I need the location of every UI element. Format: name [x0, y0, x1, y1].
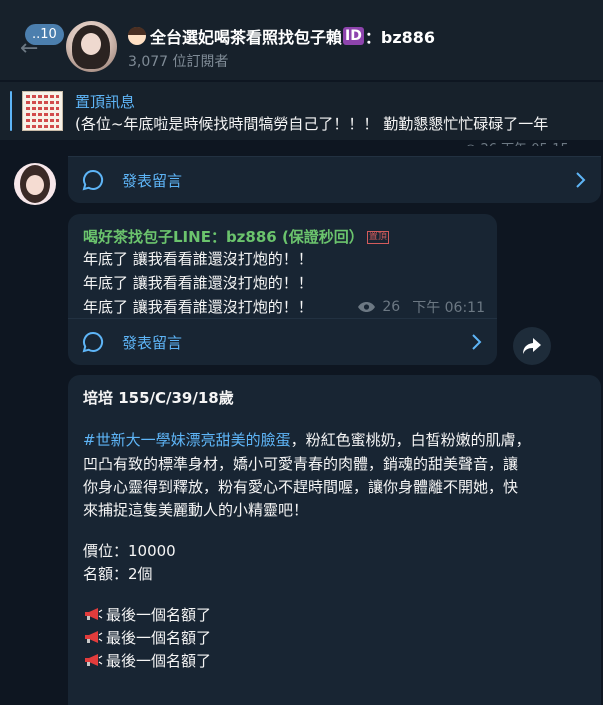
- quota-line: 名額：2個: [83, 565, 153, 583]
- channel-title-suffix: ：bz886: [364, 28, 436, 47]
- message-line: 年底了 讓我看看誰還沒打炮的！！: [83, 298, 313, 316]
- share-icon: [523, 338, 541, 354]
- message-text: ，粉紅色蜜桃奶，白皙粉嫩的肌膚，: [290, 431, 531, 449]
- channel-title[interactable]: 全台選妃喝茶看照找包子賴 ID ：bz886: [128, 24, 435, 48]
- message-line: 凹凸有致的標準身材，嬌小可愛青春的肉體，銷魂的甜美聲音，讓: [83, 455, 519, 473]
- message-line: 年底了 讓我看看誰還沒打炮的！！: [83, 274, 313, 292]
- share-button[interactable]: [513, 327, 551, 365]
- price-line: 價位：10000: [83, 542, 176, 560]
- comments-button[interactable]: 發表留言: [68, 156, 601, 203]
- message-line: #世新大一學妹漂亮甜美的臉蛋，粉紅色蜜桃奶，白皙粉嫩的肌膚，: [83, 429, 531, 450]
- view-count: 26: [382, 299, 401, 315]
- chevron-right-icon: [472, 334, 482, 350]
- chat-header: ← ..10 全台選妃喝茶看照找包子賴 ID ：bz886 3,077 位訂閱者: [0, 0, 603, 80]
- comment-bubble-icon: [82, 169, 104, 191]
- message-header: 喝好茶找包子LINE：bz886 (保證秒回） 置頂: [83, 226, 389, 247]
- message-line: 你身心靈得到釋放，粉有愛心不趕時間喔，讓你身體離不開她，快: [83, 478, 519, 496]
- last-spot-text: 最後一個名額了: [106, 606, 212, 624]
- id-badge-icon: ID: [343, 27, 364, 45]
- previous-message-meta: ◉ 26 下午 05:15: [465, 138, 569, 146]
- pinned-indicator: [10, 91, 12, 131]
- message-time: 下午 06:11: [412, 300, 485, 316]
- message-bubble[interactable]: 培培 155/C/39/18歲 #世新大一學妹漂亮甜美的臉蛋，粉紅色蜜桃奶，白皙…: [68, 375, 601, 705]
- unread-badge[interactable]: ..10: [25, 24, 64, 45]
- message-line: 年底了 讓我看看誰還沒打炮的！！: [83, 250, 313, 268]
- megaphone-icon: [85, 654, 103, 666]
- pin-tag: 置頂: [366, 231, 389, 244]
- avatar-face: [26, 175, 44, 195]
- last-spot-line: 最後一個名額了: [83, 650, 211, 671]
- comment-bubble-icon: [82, 331, 104, 353]
- pinned-label: 置頂訊息: [75, 93, 136, 111]
- chevron-right-icon: [576, 172, 586, 188]
- face-emoji-icon: [128, 27, 146, 45]
- message-heading: 培培 155/C/39/18歲: [83, 389, 234, 407]
- message-bubble[interactable]: 喝好茶找包子LINE：bz886 (保證秒回） 置頂 年底了 讓我看看誰還沒打炮的…: [68, 214, 497, 365]
- last-spot-line: 最後一個名額了: [83, 627, 211, 648]
- megaphone-icon: [85, 631, 103, 643]
- channel-avatar[interactable]: [66, 21, 117, 72]
- subscriber-count: 3,077 位訂閱者: [128, 54, 229, 70]
- last-spot-text: 最後一個名額了: [106, 652, 212, 670]
- last-spot-text: 最後一個名額了: [106, 629, 212, 647]
- comments-label: 發表留言: [122, 172, 183, 190]
- sender-avatar[interactable]: [14, 163, 56, 205]
- pinned-text: (各位~年底啦是時候找時間犒勞自己了！！！ 勤勤懇懇忙忙碌碌了一年: [75, 115, 549, 133]
- channel-title-text: 全台選妃喝茶看照找包子賴: [150, 28, 343, 47]
- pinned-message-bar[interactable]: 置頂訊息 (各位~年底啦是時候找時間犒勞自己了！！！ 勤勤懇懇忙忙碌碌了一年: [0, 82, 603, 140]
- message-meta: 26 下午 06:11: [357, 297, 485, 317]
- message-header-text: 喝好茶找包子LINE：bz886 (保證秒回）: [83, 228, 364, 246]
- megaphone-icon: [85, 608, 103, 620]
- message-line: 來捕捉這隻美麗動人的小精靈吧！: [83, 501, 309, 519]
- hashtag-link[interactable]: #世新大一學妹漂亮甜美的臉蛋: [83, 431, 291, 449]
- comments-label: 發表留言: [122, 334, 183, 352]
- comments-button[interactable]: 發表留言: [68, 318, 497, 365]
- pinned-thumbnail: [22, 91, 63, 131]
- eye-icon: [358, 302, 376, 312]
- avatar-face: [81, 33, 101, 55]
- last-spot-line: 最後一個名額了: [83, 604, 211, 625]
